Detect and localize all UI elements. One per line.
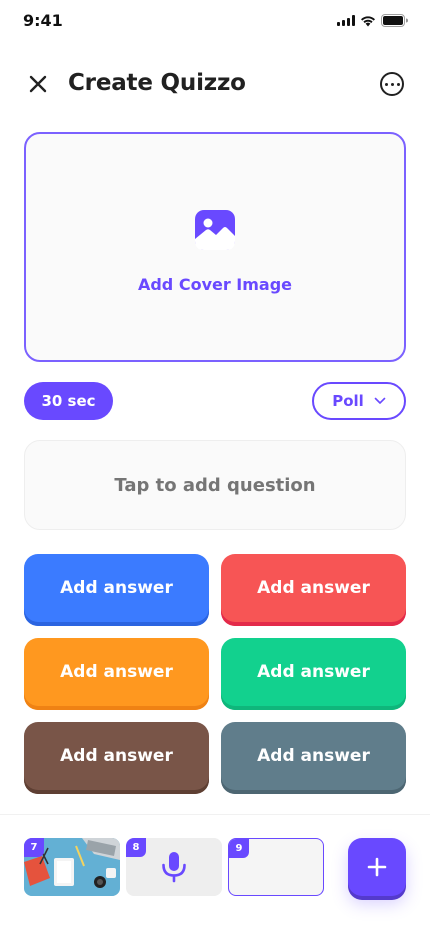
more-dot-icon (390, 82, 394, 86)
add-slide-button[interactable] (348, 838, 406, 896)
answer-button[interactable]: Add answer (24, 554, 209, 626)
image-icon (195, 209, 235, 250)
status-icons (337, 14, 408, 27)
slide-thumbnail[interactable]: 7 (24, 838, 120, 896)
add-cover-image-area[interactable]: Add Cover Image (24, 132, 406, 362)
more-options-button[interactable] (380, 72, 404, 96)
signal-icon (337, 15, 355, 26)
plus-icon (367, 857, 387, 877)
close-button[interactable] (24, 70, 52, 98)
more-dot-icon (396, 82, 400, 86)
divider (0, 814, 430, 815)
slides-strip: 7 8 9 (24, 838, 324, 896)
answer-button[interactable]: Add answer (221, 554, 406, 626)
answer-label: Add answer (257, 578, 370, 598)
answer-button[interactable]: Add answer (221, 722, 406, 794)
question-type-dropdown[interactable]: Poll (312, 382, 406, 420)
add-cover-image-label: Add Cover Image (137, 274, 293, 294)
question-input[interactable]: Tap to add question (24, 440, 406, 530)
answers-grid: Add answer Add answer Add answer Add ans… (24, 554, 406, 794)
answer-label: Add answer (257, 662, 370, 682)
answer-label: Add answer (60, 578, 173, 598)
battery-icon (381, 14, 408, 27)
answer-button[interactable]: Add answer (24, 722, 209, 794)
slide-number-badge: 8 (126, 838, 146, 857)
app-header: Create Quizzo (0, 60, 430, 108)
chevron-down-icon (374, 397, 386, 404)
status-bar: 9:41 (0, 0, 430, 44)
answer-button[interactable]: Add answer (24, 638, 209, 710)
question-placeholder: Tap to add question (114, 474, 316, 496)
more-dot-icon (384, 82, 388, 86)
slide-thumbnail-selected[interactable]: 9 (228, 838, 324, 896)
answer-label: Add answer (257, 746, 370, 766)
time-limit-button[interactable]: 30 sec (24, 382, 113, 420)
microphone-icon (162, 852, 186, 883)
status-time: 9:41 (23, 11, 63, 30)
answer-button[interactable]: Add answer (221, 638, 406, 710)
answer-label: Add answer (60, 662, 173, 682)
slide-number-badge: 7 (24, 838, 44, 857)
answer-label: Add answer (60, 746, 173, 766)
wifi-icon (361, 15, 375, 26)
slide-number-badge: 9 (229, 839, 249, 858)
question-type-label: Poll (332, 392, 364, 410)
page-title: Create Quizzo (68, 70, 246, 96)
slide-thumbnail[interactable]: 8 (126, 838, 222, 896)
close-icon (29, 75, 47, 93)
